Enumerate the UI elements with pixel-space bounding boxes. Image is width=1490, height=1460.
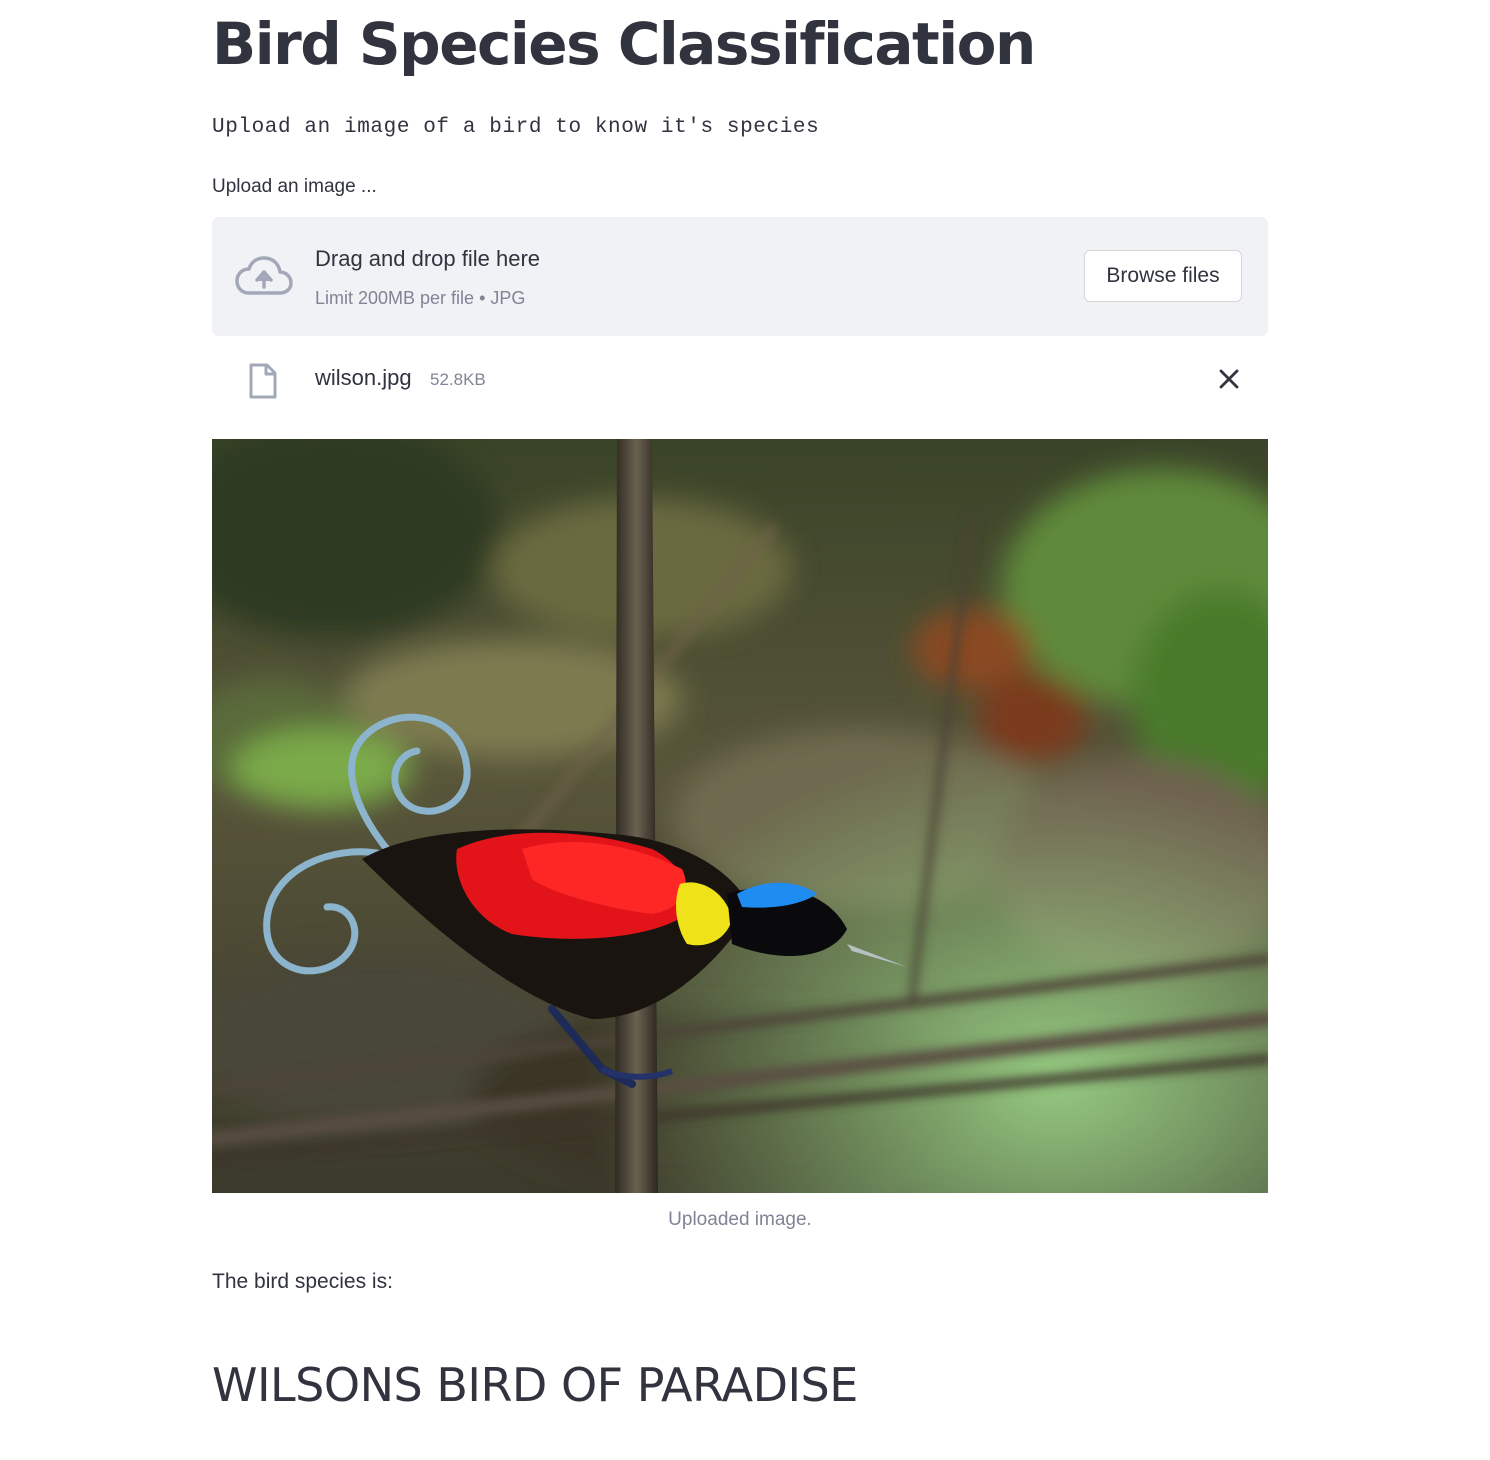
app-main: Bird Species Classification Upload an im…: [0, 0, 1490, 1460]
dropzone-limit-text: Limit 200MB per file • JPG: [315, 288, 526, 308]
uploaded-bird-image: [212, 439, 1268, 1193]
file-icon: [249, 363, 277, 399]
page-subtitle: Upload an image of a bird to know it's s…: [212, 116, 820, 139]
dropzone-instructions: Drag and drop file here: [315, 246, 541, 271]
cloud-upload-icon: [235, 256, 293, 295]
file-uploader-label: Upload an image ...: [212, 176, 377, 197]
predicted-species: WILSONS BIRD OF PARADISE: [212, 1358, 858, 1412]
result-label: The bird species is:: [212, 1270, 393, 1293]
uploaded-file-item: wilson.jpg 52.8KB: [212, 356, 1268, 406]
browse-files-button[interactable]: Browse files: [1084, 250, 1242, 302]
image-caption: Uploaded image.: [668, 1209, 812, 1230]
uploaded-file-size: 52.8KB: [430, 370, 486, 389]
uploaded-file-name: wilson.jpg: [315, 365, 412, 390]
bird-photo: [212, 439, 1268, 1193]
file-dropzone[interactable]: Drag and drop file here Limit 200MB per …: [212, 217, 1268, 336]
page-title: Bird Species Classification: [212, 10, 1036, 78]
close-icon[interactable]: [1216, 366, 1242, 392]
